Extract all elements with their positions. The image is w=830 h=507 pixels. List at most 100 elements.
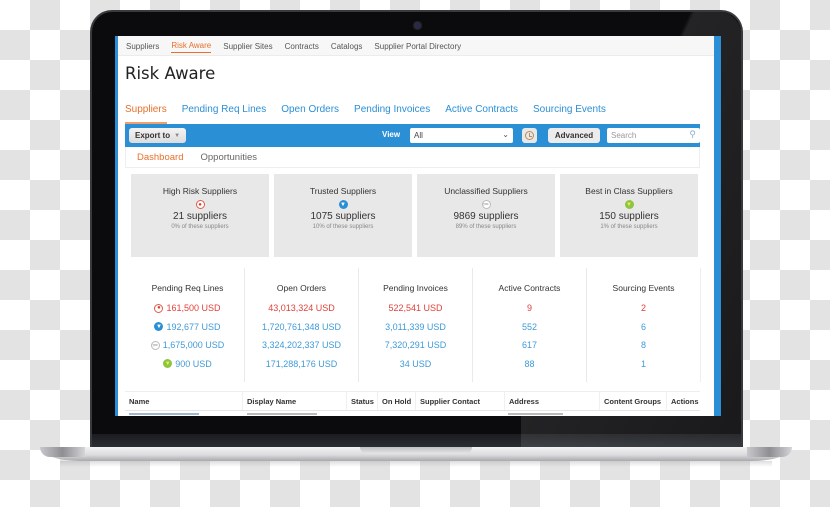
metric-value-link[interactable]: ≔ 1,675,000 USD bbox=[131, 336, 244, 355]
metric-value-link[interactable]: 7,320,291 USD bbox=[359, 336, 472, 355]
metric-value-link[interactable]: 88 bbox=[473, 355, 586, 374]
card-title: High Risk Suppliers bbox=[162, 186, 238, 196]
metric-header: Active Contracts bbox=[498, 283, 561, 293]
card-trusted-suppliers[interactable]: Trusted Suppliers ▼ 1075 suppliers 10% o… bbox=[274, 174, 412, 257]
laptop-opening-notch bbox=[360, 447, 472, 454]
metric-value-link[interactable]: 1 bbox=[587, 355, 700, 374]
card-title: Unclassified Suppliers bbox=[444, 186, 528, 196]
metric-header: Pending Invoices bbox=[383, 283, 448, 293]
tab-pending-invoices[interactable]: Pending Invoices bbox=[354, 104, 430, 124]
metric-value-link[interactable]: 8 bbox=[587, 336, 700, 355]
view-select-value: All bbox=[414, 131, 423, 140]
tab-sourcing-events[interactable]: Sourcing Events bbox=[533, 104, 606, 124]
trophy-gold-icon: ▼ bbox=[163, 359, 173, 369]
metric-value-link[interactable]: 2 bbox=[587, 299, 700, 318]
top-nav: Suppliers Risk Aware Supplier Sites Cont… bbox=[118, 36, 714, 56]
metric-value-link[interactable]: 3,011,339 USD bbox=[359, 318, 472, 337]
metric-value: 171,288,176 USD bbox=[265, 358, 338, 369]
tab-pending-req-lines[interactable]: Pending Req Lines bbox=[182, 104, 267, 124]
metric-value-link[interactable]: 522,541 USD bbox=[359, 299, 472, 318]
card-count: 1075 suppliers bbox=[310, 211, 376, 222]
metric-value: 900 USD bbox=[175, 358, 212, 369]
metric-header: Sourcing Events bbox=[612, 283, 675, 293]
fire-icon: ● bbox=[154, 303, 164, 313]
metrics-grid: Pending Req Lines ● 161,500 USD ▼ 192,677 US… bbox=[131, 268, 701, 382]
history-button[interactable] bbox=[522, 128, 537, 143]
metric-value: 3,324,202,337 USD bbox=[261, 340, 342, 351]
metric-value-link[interactable]: 617 bbox=[473, 336, 586, 355]
fire-icon: ● bbox=[195, 200, 205, 209]
tab-suppliers[interactable]: Suppliers bbox=[125, 104, 167, 124]
top-nav-catalogs[interactable]: Catalogs bbox=[331, 39, 363, 53]
top-nav-supplier-sites[interactable]: Supplier Sites bbox=[223, 39, 272, 53]
chevron-down-icon: ⌄ bbox=[502, 130, 509, 139]
trophy-icon: ▼ bbox=[154, 322, 164, 332]
search-input[interactable]: Search ⚲ bbox=[607, 128, 700, 143]
advanced-button[interactable]: Advanced bbox=[548, 128, 600, 143]
metric-column-open-orders: Open Orders 43,013,324 USD 1,720,761,348 U… bbox=[245, 268, 359, 382]
column-header-supplier-contact[interactable]: Supplier Contact bbox=[416, 392, 505, 410]
metric-header: Open Orders bbox=[276, 283, 327, 293]
chevron-down-icon: ▼ bbox=[174, 132, 181, 139]
top-nav-supplier-portal-directory[interactable]: Supplier Portal Directory bbox=[374, 39, 461, 53]
metric-value: 522,541 USD bbox=[388, 303, 443, 314]
metric-value: 1,720,761,348 USD bbox=[261, 321, 342, 332]
metric-column-pending-invoices: Pending Invoices 522,541 USD 3,011,339 USD… bbox=[359, 268, 473, 382]
search-icon[interactable]: ⚲ bbox=[689, 129, 696, 140]
card-count: 21 suppliers bbox=[173, 211, 227, 222]
metric-value: 1 bbox=[640, 358, 646, 369]
card-high-risk-suppliers[interactable]: High Risk Suppliers ● 21 suppliers 0% of… bbox=[131, 174, 269, 257]
top-nav-risk-aware[interactable]: Risk Aware bbox=[171, 38, 212, 53]
toolbar: Export to ▼ View All ⌄ Advanced Search ⚲ bbox=[125, 124, 700, 147]
metric-value-link[interactable]: 43,013,324 USD bbox=[245, 299, 358, 318]
top-nav-contracts[interactable]: Contracts bbox=[285, 39, 319, 53]
chart-icon: ≔ bbox=[481, 200, 491, 209]
view-select[interactable]: All ⌄ bbox=[410, 128, 513, 143]
card-best-in-class-suppliers[interactable]: Best in Class Suppliers ▼ 150 suppliers … bbox=[560, 174, 698, 257]
card-percent: 89% of these suppliers bbox=[455, 224, 517, 230]
column-header-display-name[interactable]: Display Name bbox=[243, 392, 347, 410]
column-header-on-hold[interactable]: On Hold bbox=[378, 392, 416, 410]
supplier-summary-cards: High Risk Suppliers ● 21 suppliers 0% of… bbox=[131, 174, 714, 257]
metric-value-link[interactable]: 34 USD bbox=[359, 355, 472, 374]
column-header-actions[interactable]: Actions bbox=[667, 392, 700, 410]
tab-dashboard[interactable]: Dashboard bbox=[137, 152, 183, 163]
metric-value-link[interactable]: 552 bbox=[473, 318, 586, 337]
metric-value-link[interactable]: 3,324,202,337 USD bbox=[245, 336, 358, 355]
card-percent: 0% of these suppliers bbox=[171, 224, 229, 230]
laptop-reflection bbox=[60, 461, 772, 467]
metric-value-link[interactable]: 1,720,761,348 USD bbox=[245, 318, 358, 337]
camera-icon bbox=[414, 22, 421, 29]
metric-value: 6 bbox=[640, 321, 646, 332]
column-header-status[interactable]: Status bbox=[347, 392, 378, 410]
metric-value-link[interactable]: ▼ 192,677 USD bbox=[131, 318, 244, 337]
column-header-content-groups[interactable]: Content Groups bbox=[600, 392, 667, 410]
tab-opportunities[interactable]: Opportunities bbox=[200, 152, 257, 163]
clock-icon bbox=[525, 131, 534, 140]
metric-value-link[interactable]: 6 bbox=[587, 318, 700, 337]
metric-value-link[interactable]: ▼ 900 USD bbox=[131, 355, 244, 374]
metric-value: 2 bbox=[640, 303, 646, 314]
table-row[interactable] bbox=[125, 410, 700, 416]
metric-value-link[interactable]: 9 bbox=[473, 299, 586, 318]
view-label: View bbox=[382, 130, 401, 139]
search-placeholder: Search bbox=[611, 131, 637, 140]
card-percent: 1% of these suppliers bbox=[600, 224, 658, 230]
card-count: 9869 suppliers bbox=[453, 211, 519, 222]
export-button[interactable]: Export to ▼ bbox=[129, 128, 187, 143]
card-unclassified-suppliers[interactable]: Unclassified Suppliers ≔ 9869 suppliers … bbox=[417, 174, 555, 257]
metric-value: 8 bbox=[640, 340, 646, 351]
card-percent: 10% of these suppliers bbox=[312, 224, 374, 230]
metric-column-sourcing-events: Sourcing Events 2 6 8 1 bbox=[587, 268, 700, 382]
metric-value: 617 bbox=[521, 340, 538, 351]
tab-open-orders[interactable]: Open Orders bbox=[281, 104, 339, 124]
metric-value: 7,320,291 USD bbox=[384, 340, 447, 351]
laptop-screen: Suppliers Risk Aware Supplier Sites Cont… bbox=[115, 36, 721, 416]
column-header-name[interactable]: Name bbox=[125, 392, 243, 410]
top-nav-suppliers[interactable]: Suppliers bbox=[126, 39, 159, 53]
tab-active-contracts[interactable]: Active Contracts bbox=[445, 104, 518, 124]
column-header-address[interactable]: Address bbox=[505, 392, 600, 410]
metric-value-link[interactable]: ● 161,500 USD bbox=[131, 299, 244, 318]
metric-value-link[interactable]: 171,288,176 USD bbox=[245, 355, 358, 374]
laptop-bezel bbox=[92, 434, 741, 448]
